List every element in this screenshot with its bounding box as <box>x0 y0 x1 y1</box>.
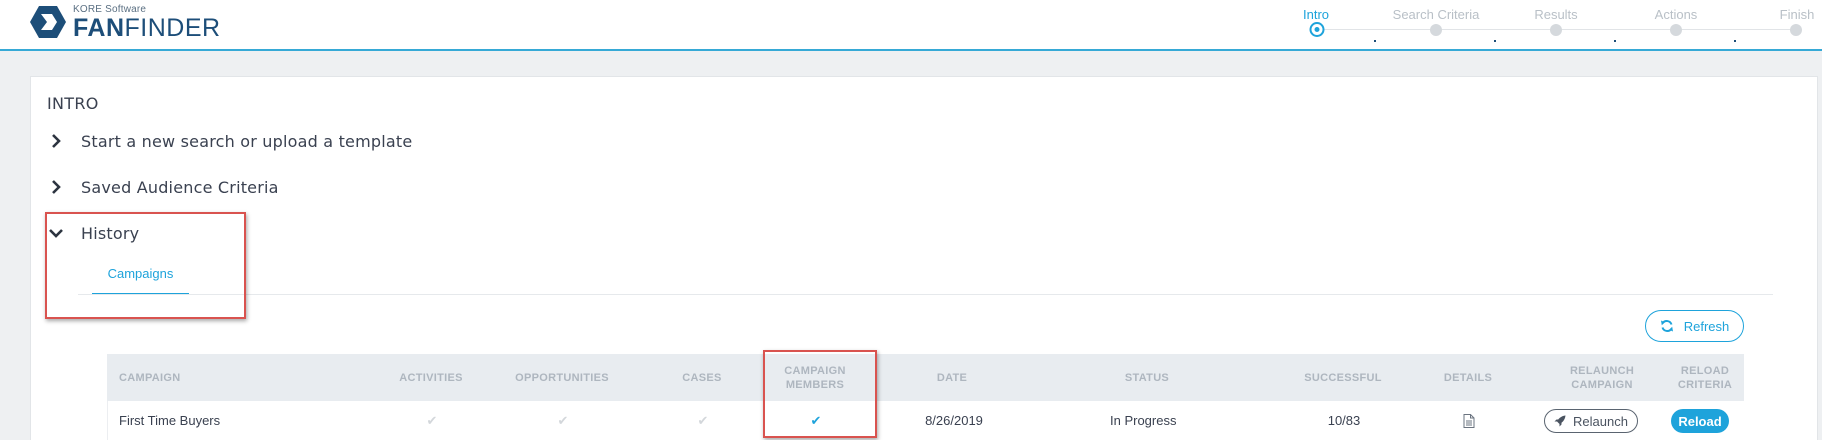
checkmark-icon: ✔ <box>426 412 438 428</box>
wizard-step-intro-dot[interactable] <box>1309 22 1325 37</box>
wizard-step-finish-dot[interactable] <box>1790 24 1802 36</box>
wizard-step-results[interactable]: Results <box>1534 7 1577 22</box>
accordion-label: Start a new search or upload a template <box>81 131 413 151</box>
checkmark-icon: ✔ <box>557 412 569 428</box>
relaunch-label: Relaunch <box>1573 413 1628 429</box>
chevron-right-icon <box>52 134 61 148</box>
wizard-tick <box>1494 40 1496 42</box>
cell-status: In Progress <box>1110 413 1177 428</box>
cell-campaign: First Time Buyers <box>119 413 221 428</box>
table-header: CAMPAIGN ACTIVITIES OPPORTUNITIES CASES … <box>107 354 1744 401</box>
wizard-step-search-criteria-dot[interactable] <box>1430 24 1442 36</box>
accordion-label: Saved Audience Criteria <box>81 177 279 197</box>
col-header-reload[interactable]: RELOAD CRITERIA <box>1665 354 1745 401</box>
cell-cases: ✔ <box>668 401 738 440</box>
table-row: First Time Buyers ✔ ✔ ✔ ✔ 8/26/2019 In P… <box>107 401 1744 440</box>
cell-details[interactable] <box>1426 401 1512 440</box>
accordion-saved-audience[interactable]: Saved Audience Criteria <box>47 175 279 199</box>
header-line: CAMPAIGN <box>1571 378 1633 391</box>
col-header-activities[interactable]: ACTIVITIES <box>382 354 480 401</box>
refresh-label: Refresh <box>1683 318 1730 334</box>
wizard-stepper: Intro Search Criteria Results Actions Fi… <box>0 0 1822 50</box>
col-header-campaign-members[interactable]: CAMPAIGN MEMBERS <box>757 354 873 401</box>
tab-campaigns[interactable]: Campaigns <box>92 265 189 295</box>
chevron-down-icon <box>49 229 63 238</box>
section-title: INTRO <box>47 94 99 113</box>
checkmark-icon: ✔ <box>697 412 709 428</box>
accordion-new-search[interactable]: Start a new search or upload a template <box>47 129 412 153</box>
cell-successful: 10/83 <box>1327 413 1361 428</box>
reload-button[interactable]: Reload <box>1671 409 1729 433</box>
header-line: RELOAD <box>1680 364 1730 377</box>
col-header-cases[interactable]: CASES <box>667 354 737 401</box>
wizard-step-search-criteria[interactable]: Search Criteria <box>1393 7 1480 22</box>
cell-date: 8/26/2019 <box>925 413 983 428</box>
chevron-right-icon <box>52 180 61 194</box>
refresh-icon <box>1660 320 1673 332</box>
col-header-successful[interactable]: SUCCESSFUL <box>1283 354 1403 401</box>
col-header-details[interactable]: DETAILS <box>1425 354 1511 401</box>
checkmark-icon: ✔ <box>810 412 822 428</box>
wizard-step-actions-dot[interactable] <box>1670 24 1682 36</box>
tab-divider <box>78 294 1773 295</box>
col-header-opportunities[interactable]: OPPORTUNITIES <box>487 354 637 401</box>
cell-activities: ✔ <box>383 401 481 440</box>
wizard-tick <box>1374 40 1376 42</box>
col-header-status[interactable]: STATUS <box>1107 354 1187 401</box>
col-header-date[interactable]: DATE <box>917 354 987 401</box>
header-line: MEMBERS <box>785 378 845 391</box>
rocket-icon <box>1554 415 1566 427</box>
header-line: CRITERIA <box>1677 378 1733 391</box>
wizard-tick <box>1734 40 1736 42</box>
header-line: RELAUNCH <box>1569 364 1635 377</box>
accordion-label: History <box>81 223 140 243</box>
refresh-button[interactable]: Refresh <box>1645 310 1744 342</box>
document-icon[interactable] <box>1463 413 1475 428</box>
wizard-tick <box>1614 40 1616 42</box>
wizard-step-actions[interactable]: Actions <box>1655 7 1698 22</box>
relaunch-button[interactable]: Relaunch <box>1544 409 1638 433</box>
wizard-step-intro[interactable]: Intro <box>1303 7 1329 22</box>
accordion-history[interactable]: History <box>47 221 139 245</box>
wizard-step-results-dot[interactable] <box>1550 24 1562 36</box>
header-line: CAMPAIGN <box>784 364 846 377</box>
cell-campaign-members: ✔ <box>758 401 874 440</box>
wizard-step-finish[interactable]: Finish <box>1780 7 1815 22</box>
col-header-campaign[interactable]: CAMPAIGN <box>119 354 180 401</box>
cell-opportunities: ✔ <box>488 401 638 440</box>
col-header-relaunch[interactable]: RELAUNCH CAMPAIGN <box>1544 354 1660 401</box>
